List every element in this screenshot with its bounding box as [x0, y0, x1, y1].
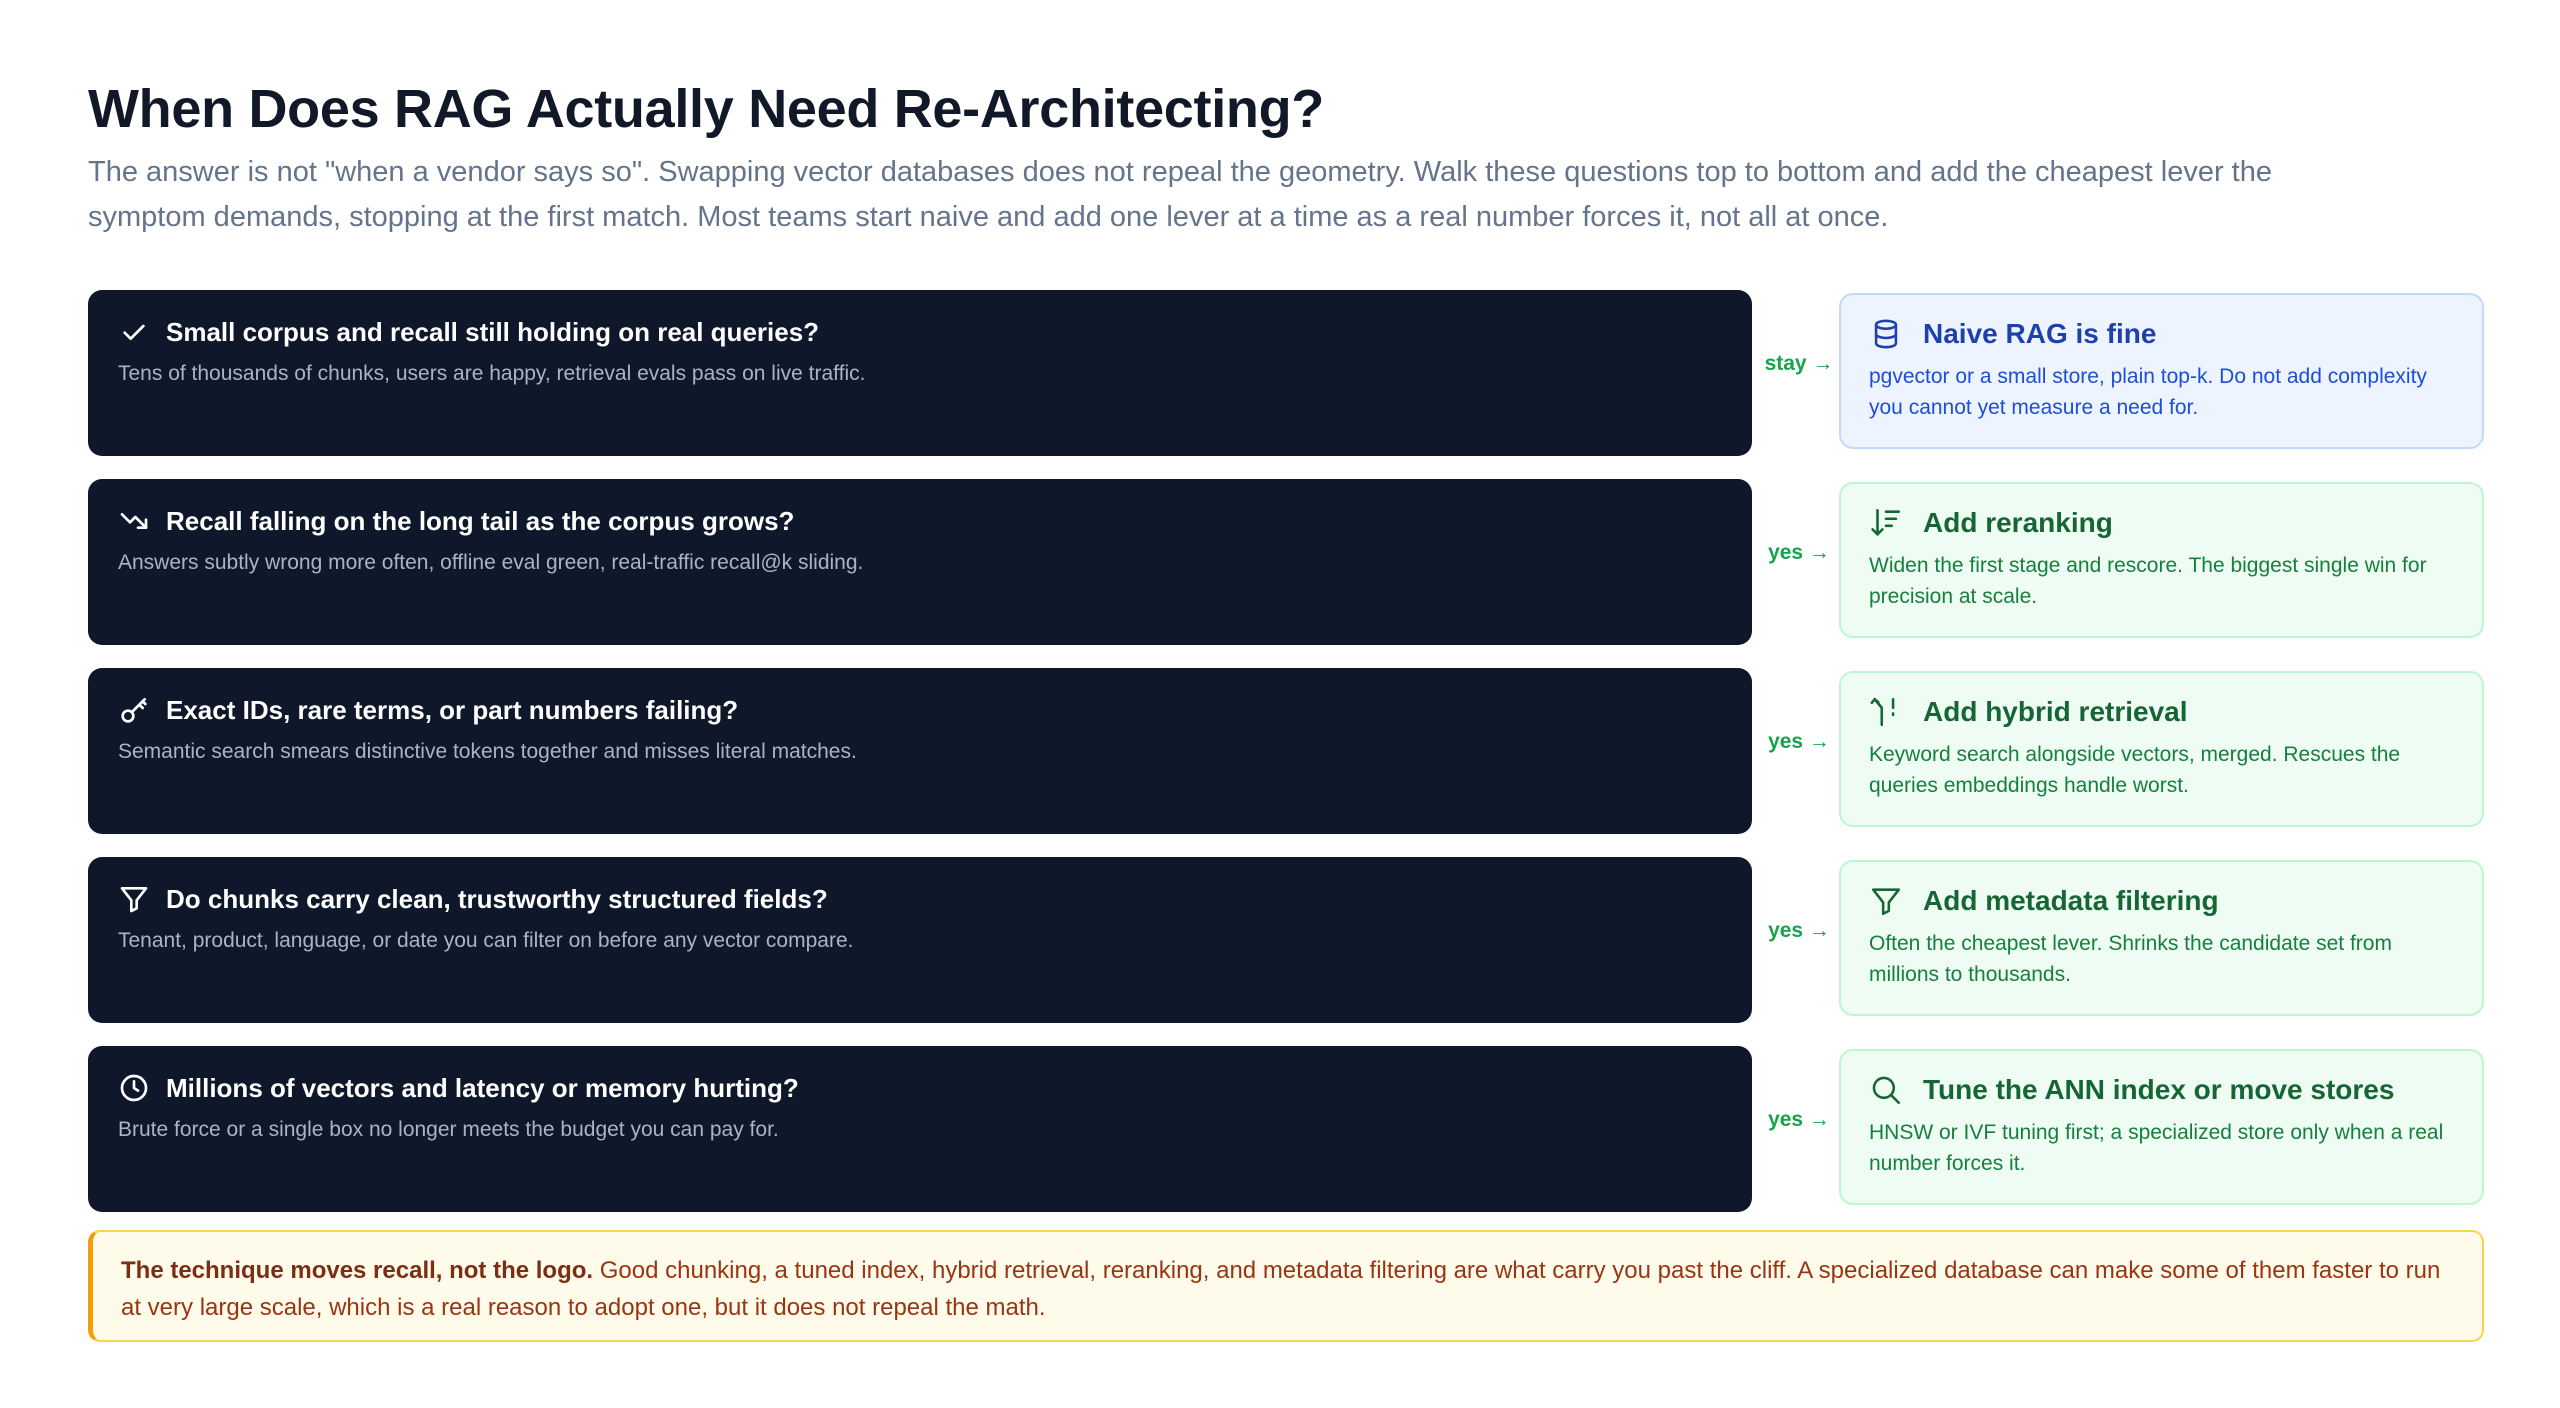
- merge-icon: [1869, 695, 1903, 729]
- yes-arrow: yes →: [1768, 730, 1830, 753]
- question-card: Millions of vectors and latency or memor…: [88, 1046, 1752, 1212]
- callout-note: The technique moves recall, not the logo…: [88, 1230, 2484, 1342]
- question-detail: Brute force or a single box no longer me…: [118, 1118, 779, 1141]
- trending-down-icon: [118, 505, 150, 537]
- answer-title: Naive RAG is fine: [1923, 318, 2157, 349]
- sort-descending-icon: [1869, 506, 1903, 540]
- question-title: Millions of vectors and latency or memor…: [166, 1072, 799, 1103]
- answer-card: Naive RAG is fine pgvector or a small st…: [1839, 293, 2484, 449]
- yes-arrow: yes →: [1768, 541, 1830, 564]
- answer-desc: Widen the first stage and rescore. The b…: [1869, 554, 2427, 608]
- page-subtitle: The answer is not "when a vendor says so…: [88, 156, 2272, 233]
- question-title: Recall falling on the long tail as the c…: [166, 505, 795, 536]
- answer-desc: Keyword search alongside vectors, merged…: [1869, 743, 2401, 797]
- decision-row: Recall falling on the long tail as the c…: [88, 479, 2484, 645]
- question-title: Small corpus and recall still holding on…: [166, 316, 820, 347]
- yes-arrow: yes →: [1768, 919, 1830, 942]
- question-title: Do chunks carry clean, trustworthy struc…: [166, 883, 828, 914]
- page: When Does RAG Actually Need Re-Architect…: [0, 0, 2560, 1408]
- decision-row: Do chunks carry clean, trustworthy struc…: [88, 857, 2484, 1023]
- answer-title: Add reranking: [1923, 507, 2113, 538]
- callout-bold: The technique moves recall, not the logo…: [121, 1257, 594, 1284]
- answer-desc: Often the cheapest lever. Shrinks the ca…: [1869, 932, 2392, 986]
- question-detail: Answers subtly wrong more often, offline…: [118, 551, 864, 574]
- question-card: Do chunks carry clean, trustworthy struc…: [88, 857, 1752, 1023]
- answer-desc: pgvector or a small store, plain top-k. …: [1869, 365, 2427, 419]
- question-detail: Semantic search smears distinctive token…: [118, 740, 857, 763]
- question-card: Recall falling on the long tail as the c…: [88, 479, 1752, 645]
- answer-title: Tune the ANN index or move stores: [1923, 1074, 2395, 1105]
- answer-card: Add reranking Widen the first stage and …: [1839, 482, 2484, 638]
- key-icon: [118, 694, 150, 726]
- clock-icon: [118, 1072, 150, 1104]
- check-icon: [118, 316, 150, 348]
- filter-icon: [118, 883, 150, 915]
- page-title: When Does RAG Actually Need Re-Architect…: [88, 79, 1324, 139]
- question-detail: Tenant, product, language, or date you c…: [118, 929, 854, 952]
- decision-row: Exact IDs, rare terms, or part numbers f…: [88, 668, 2484, 834]
- answer-title: Add metadata filtering: [1923, 885, 2219, 916]
- database-icon: [1869, 317, 1903, 351]
- answer-title: Add hybrid retrieval: [1923, 696, 2188, 727]
- answer-desc: HNSW or IVF tuning first; a specialized …: [1869, 1121, 2444, 1175]
- answer-card: Add hybrid retrieval Keyword search alon…: [1839, 671, 2484, 827]
- decision-row: Millions of vectors and latency or memor…: [88, 1046, 2484, 1212]
- question-card: Exact IDs, rare terms, or part numbers f…: [88, 668, 1752, 834]
- stay-arrow: stay →: [1764, 352, 1834, 375]
- question-title: Exact IDs, rare terms, or part numbers f…: [166, 694, 739, 725]
- question-card: Small corpus and recall still holding on…: [88, 290, 1752, 456]
- answer-card: Add metadata filtering Often the cheapes…: [1839, 860, 2484, 1016]
- question-detail: Tens of thousands of chunks, users are h…: [118, 362, 866, 385]
- search-icon: [1869, 1073, 1903, 1107]
- yes-arrow: yes →: [1768, 1108, 1830, 1131]
- filter-icon: [1869, 884, 1903, 918]
- answer-card: Tune the ANN index or move stores HNSW o…: [1839, 1049, 2484, 1205]
- decision-row: Small corpus and recall still holding on…: [88, 290, 2484, 456]
